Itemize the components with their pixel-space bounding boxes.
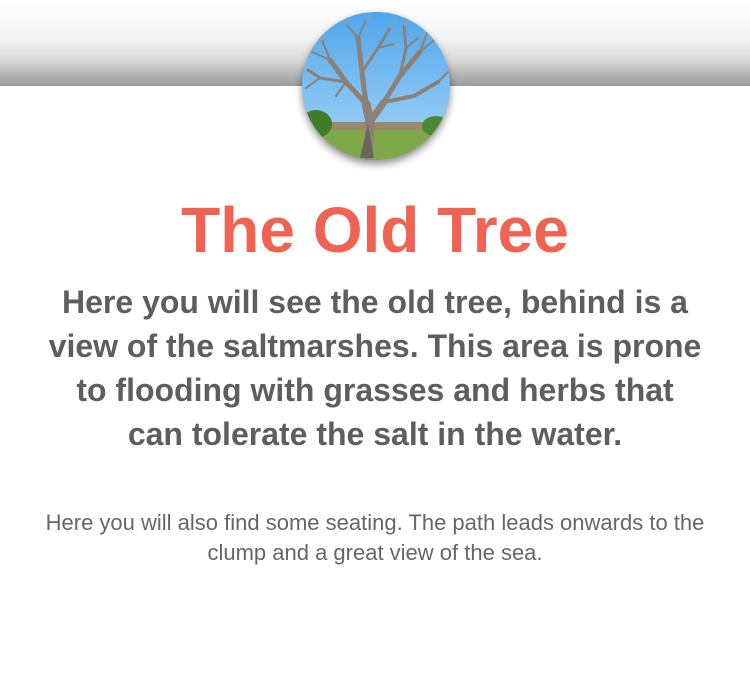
- secondary-paragraph: Here you will also find some seating. Th…: [45, 510, 705, 565]
- tree-photo-icon: [302, 12, 450, 160]
- screen: The Old Tree Here you will see the old t…: [0, 0, 750, 690]
- page-title: The Old Tree: [181, 194, 569, 266]
- intro-paragraph: Here you will see the old tree, behind i…: [48, 284, 702, 452]
- tree-photo: [302, 12, 450, 160]
